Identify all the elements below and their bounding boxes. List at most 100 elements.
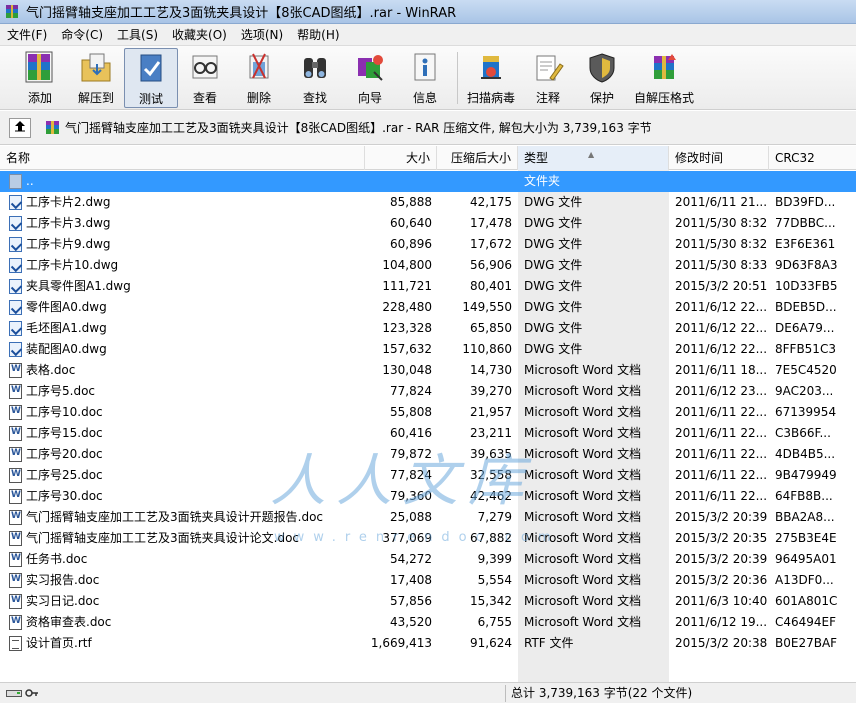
- column-packed-size[interactable]: 压缩后大小: [437, 146, 518, 170]
- scan-virus-label: 扫描病毒: [466, 91, 515, 105]
- file-modified: 2011/6/12 22...: [675, 300, 768, 314]
- window-title: 气门摇臂轴支座加工工艺及3面铣夹具设计【8张CAD图纸】.rar - WinRA…: [26, 6, 457, 21]
- column-type[interactable]: 类型 ▲: [518, 146, 669, 170]
- file-crc32: 8FFB51C3: [775, 342, 836, 356]
- table-row[interactable]: 设计首页.rtf 1,669,413 91,624 RTF 文件 2015/3/2 20…: [0, 633, 856, 654]
- menu-options[interactable]: 选项(N): [234, 24, 290, 46]
- word-file-icon: [9, 594, 22, 609]
- file-type: DWG 文件: [524, 237, 583, 251]
- add-archive-icon: [22, 50, 58, 86]
- file-name: 工序号10.doc: [26, 405, 103, 419]
- file-modified: 2011/6/11 22...: [675, 489, 768, 503]
- file-packed-size: 6,755: [477, 615, 512, 629]
- table-row[interactable]: 夹具零件图A1.dwg 111,721 80,401 DWG 文件 2015/3/2 2…: [0, 276, 856, 297]
- table-row[interactable]: 资格审查表.doc 43,520 6,755 Microsoft Word 文档 201…: [0, 612, 856, 633]
- file-name: 工序号20.doc: [26, 447, 103, 461]
- file-packed-size: 42,175: [470, 195, 512, 209]
- file-size: 228,480: [382, 300, 432, 314]
- file-packed-size: 42,462: [470, 489, 512, 503]
- table-row[interactable]: 实习报告.doc 17,408 5,554 Microsoft Word 文档 2015…: [0, 570, 856, 591]
- file-size: 104,800: [382, 258, 432, 272]
- table-row[interactable]: 气门摇臂轴支座加工工艺及3面铣夹具设计开题报告.doc 25,088 7,279 Mi…: [0, 507, 856, 528]
- menu-favorites[interactable]: 收藏夹(O): [165, 24, 234, 46]
- file-packed-size: 5,554: [477, 573, 512, 587]
- table-row[interactable]: 实习日记.doc 57,856 15,342 Microsoft Word 文档 201…: [0, 591, 856, 612]
- protect-button[interactable]: 保护: [580, 48, 624, 108]
- table-row[interactable]: 工序卡片3.dwg 60,640 17,478 DWG 文件 2011/5/30 8:3…: [0, 213, 856, 234]
- file-packed-size: 67,882: [470, 531, 512, 545]
- table-row[interactable]: 工序卡片2.dwg 85,888 42,175 DWG 文件 2011/6/11 21.…: [0, 192, 856, 213]
- archive-path: 气门摇臂轴支座加工工艺及3面铣夹具设计【8张CAD图纸】.rar - RAR 压…: [45, 119, 652, 136]
- table-row[interactable]: 气门摇臂轴支座加工工艺及3面铣夹具设计论文.doc 377,069 67,882 Mi…: [0, 528, 856, 549]
- add-button[interactable]: 添加: [14, 48, 66, 108]
- table-row[interactable]: 工序号5.doc 77,824 39,270 Microsoft Word 文档 201…: [0, 381, 856, 402]
- file-crc32: C46494EF: [775, 615, 837, 629]
- file-name: 设计首页.rtf: [26, 636, 92, 650]
- file-crc32: 601A801C: [775, 594, 838, 608]
- scan-virus-button[interactable]: 扫描病毒: [464, 48, 518, 108]
- wizard-button[interactable]: 向导: [344, 48, 396, 108]
- extract-folder-icon: [78, 50, 114, 86]
- dwg-file-icon: [9, 321, 22, 336]
- find-button[interactable]: 查找: [290, 48, 340, 108]
- file-packed-size: 91,624: [470, 636, 512, 650]
- table-row[interactable]: 工序号30.doc 79,360 42,462 Microsoft Word 文档 20…: [0, 486, 856, 507]
- menu-file[interactable]: 文件(F): [0, 24, 54, 46]
- file-type: Microsoft Word 文档: [524, 510, 642, 524]
- table-row[interactable]: 工序号20.doc 79,872 39,635 Microsoft Word 文档 20…: [0, 444, 856, 465]
- sfx-button[interactable]: 自解压格式: [632, 48, 696, 108]
- table-row[interactable]: 表格.doc 130,048 14,730 Microsoft Word 文档 2011…: [0, 360, 856, 381]
- menu-tools[interactable]: 工具(S): [110, 24, 165, 46]
- table-row[interactable]: 工序卡片9.dwg 60,896 17,672 DWG 文件 2011/5/30 8:3…: [0, 234, 856, 255]
- table-row[interactable]: 工序号10.doc 55,808 21,957 Microsoft Word 文档 20…: [0, 402, 856, 423]
- file-modified: 2011/6/12 23...: [675, 384, 768, 398]
- file-packed-size: 14,730: [470, 363, 512, 377]
- test-button[interactable]: 测试: [124, 48, 178, 108]
- file-size: 55,808: [390, 405, 432, 419]
- table-row[interactable]: 工序号15.doc 60,416 23,211 Microsoft Word 文档 20…: [0, 423, 856, 444]
- column-name[interactable]: 名称: [0, 146, 365, 170]
- file-crc32: 64FB8B...: [775, 489, 833, 503]
- file-type: Microsoft Word 文档: [524, 363, 642, 377]
- table-row[interactable]: 工序卡片10.dwg 104,800 56,906 DWG 文件 2011/5/30 8…: [0, 255, 856, 276]
- file-crc32: 77DBBC...: [775, 216, 836, 230]
- file-name: 气门摇臂轴支座加工工艺及3面铣夹具设计开题报告.doc: [26, 510, 324, 524]
- sfx-label: 自解压格式: [633, 91, 694, 105]
- table-row[interactable]: 工序号25.doc 77,824 32,558 Microsoft Word 文档 20…: [0, 465, 856, 486]
- delete-button[interactable]: 删除: [234, 48, 284, 108]
- view-button[interactable]: 查看: [180, 48, 230, 108]
- info-button[interactable]: 信息: [400, 48, 450, 108]
- file-name: 实习报告.doc: [26, 573, 100, 587]
- rar-archive-icon: [45, 120, 60, 135]
- extract-to-label: 解压到: [77, 91, 114, 105]
- file-size: 54,272: [390, 552, 432, 566]
- column-modified[interactable]: 修改时间: [669, 146, 769, 170]
- table-row[interactable]: 毛坯图A1.dwg 123,328 65,850 DWG 文件 2011/6/12 22…: [0, 318, 856, 339]
- extract-to-button[interactable]: 解压到: [70, 48, 122, 108]
- info-icon: [407, 50, 443, 86]
- table-row[interactable]: .. 文件夹: [0, 171, 856, 192]
- file-modified: 2011/6/11 22...: [675, 468, 768, 482]
- file-packed-size: [446, 171, 512, 192]
- column-size[interactable]: 大小: [365, 146, 437, 170]
- comment-button[interactable]: 注释: [526, 48, 570, 108]
- table-row[interactable]: 装配图A0.dwg 157,632 110,860 DWG 文件 2011/6/12 2…: [0, 339, 856, 360]
- file-type: Microsoft Word 文档: [524, 384, 642, 398]
- file-packed-size: 15,342: [470, 594, 512, 608]
- up-one-level-button[interactable]: [9, 117, 31, 138]
- menu-commands[interactable]: 命令(C): [54, 24, 110, 46]
- file-name: 工序号5.doc: [26, 384, 96, 398]
- file-list[interactable]: 名称 大小 压缩后大小 类型 ▲ 修改时间 CRC32 .. 文件夹 工序卡片2.d…: [0, 146, 856, 682]
- word-file-icon: [9, 489, 22, 504]
- sfx-archive-icon: [646, 50, 682, 86]
- file-size: 57,856: [390, 594, 432, 608]
- drive-icon: [6, 687, 22, 701]
- table-row[interactable]: 零件图A0.dwg 228,480 149,550 DWG 文件 2011/6/12 2…: [0, 297, 856, 318]
- file-packed-size: 39,270: [470, 384, 512, 398]
- table-row[interactable]: 任务书.doc 54,272 9,399 Microsoft Word 文档 2015/…: [0, 549, 856, 570]
- sort-arrow-icon: ▲: [588, 150, 595, 159]
- column-crc32[interactable]: CRC32: [769, 146, 856, 170]
- file-name: ..: [26, 174, 34, 188]
- menu-help[interactable]: 帮助(H): [290, 24, 346, 46]
- file-name: 实习日记.doc: [26, 594, 100, 608]
